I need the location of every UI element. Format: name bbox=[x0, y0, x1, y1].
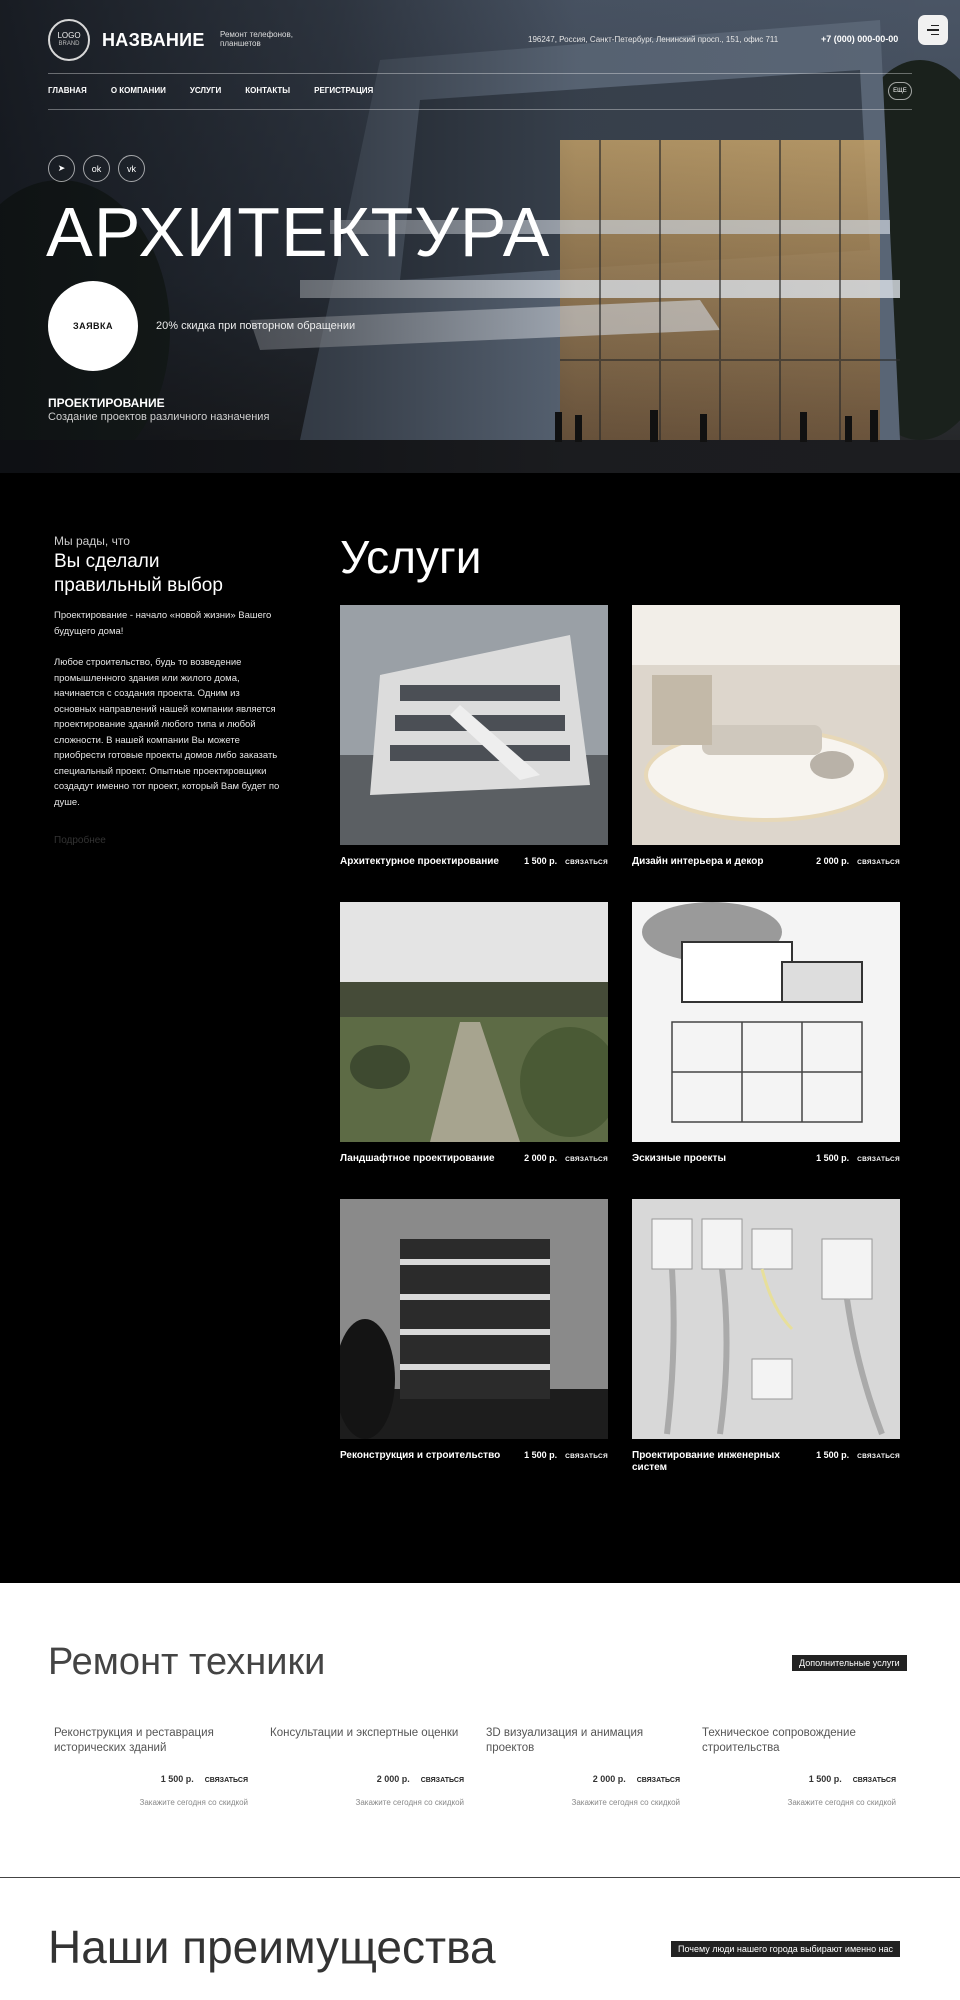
service-card[interactable]: Ландшафтное проектирование 2 000 р. СВЯЗ… bbox=[340, 902, 608, 1165]
contact-button[interactable]: СВЯЗАТЬСЯ bbox=[637, 1777, 680, 1784]
hero-subtitle-desc: Создание проектов различного назначения bbox=[48, 411, 270, 423]
repair-item-price: 2 000 р. bbox=[376, 1774, 410, 1784]
contact-button[interactable]: СВЯЗАТЬСЯ bbox=[565, 1453, 608, 1460]
contact-button[interactable]: СВЯЗАТЬСЯ bbox=[853, 1777, 896, 1784]
header-divider bbox=[48, 73, 912, 74]
contact-button[interactable]: СВЯЗАТЬСЯ bbox=[205, 1777, 248, 1784]
service-card[interactable]: Проектирование инженерных систем 1 500 р… bbox=[632, 1199, 900, 1474]
nav-more-button[interactable]: ЕЩЕ bbox=[888, 82, 912, 100]
service-name: Дизайн интерьера и декор bbox=[632, 856, 764, 867]
repair-item: Техническое сопровождение строительства … bbox=[702, 1726, 900, 1807]
service-name: Проектирование инженерных систем bbox=[632, 1450, 780, 1473]
contact-button[interactable]: СВЯЗАТЬСЯ bbox=[857, 1156, 900, 1163]
repair-item-title: Техническое сопровождение строительства bbox=[702, 1727, 856, 1754]
service-card[interactable]: Дизайн интерьера и декор 2 000 р. СВЯЗАТ… bbox=[632, 605, 900, 868]
repair-item: Консультации и экспертные оценки 2 000 р… bbox=[270, 1726, 468, 1807]
service-price: 2 000 р. bbox=[816, 856, 850, 866]
hero-title: АРХИТЕКТУРА bbox=[46, 193, 551, 271]
hero-section: LOGO BRAND НАЗВАНИЕ Ремонт телефонов, пл… bbox=[0, 0, 960, 473]
discount-text: 20% скидка при повторном обращении bbox=[156, 320, 356, 332]
intro-heading: Вы сделали правильный выбор bbox=[54, 551, 223, 596]
service-price: 1 500 р. bbox=[524, 856, 558, 866]
service-image-engineering bbox=[632, 1199, 900, 1439]
repair-title: Ремонт техники bbox=[48, 1641, 326, 1683]
advantages-title: Наши преимущества bbox=[48, 1921, 496, 1973]
advantages-badge: Почему люди нашего города выбирают именн… bbox=[671, 1941, 901, 1957]
contact-button[interactable]: СВЯЗАТЬСЯ bbox=[565, 859, 608, 866]
vk-icon[interactable]: vk bbox=[118, 155, 145, 182]
address: 196247, Россия, Санкт-Петербург, Ленинск… bbox=[528, 35, 779, 44]
brand-name[interactable]: НАЗВАНИЕ bbox=[102, 30, 205, 51]
service-price: 1 500 р. bbox=[524, 1450, 558, 1460]
social-links: ➤ ok vk bbox=[48, 155, 145, 182]
service-image-sketch bbox=[632, 902, 900, 1142]
phone-link[interactable]: +7 (000) 000-00-00 bbox=[821, 34, 898, 44]
repair-item-price: 1 500 р. bbox=[160, 1774, 194, 1784]
service-price: 1 500 р. bbox=[816, 1153, 850, 1163]
tagline: Ремонт телефонов, планшетов bbox=[220, 30, 293, 48]
service-name: Ландшафтное проектирование bbox=[340, 1153, 495, 1164]
services-section: Мы рады, что Вы сделали правильный выбор… bbox=[0, 473, 960, 1583]
repair-item: 3D визуализация и анимация проектов 2 00… bbox=[486, 1726, 684, 1807]
contact-button[interactable]: СВЯЗАТЬСЯ bbox=[857, 1453, 900, 1460]
repair-item-note: Закажите сегодня со скидкой bbox=[355, 1798, 464, 1807]
repair-item-price: 1 500 р. bbox=[808, 1774, 842, 1784]
service-price: 2 000 р. bbox=[524, 1153, 558, 1163]
contact-button[interactable]: СВЯЗАТЬСЯ bbox=[857, 859, 900, 866]
nav-item-home[interactable]: ГЛАВНАЯ bbox=[48, 86, 87, 95]
service-image-interior bbox=[632, 605, 900, 845]
request-button[interactable]: ЗАЯВКА bbox=[48, 281, 138, 371]
odnoklassniki-icon[interactable]: ok bbox=[83, 155, 110, 182]
services-title: Услуги bbox=[340, 531, 482, 583]
service-card[interactable]: Эскизные проекты 1 500 р. СВЯЗАТЬСЯ bbox=[632, 902, 900, 1165]
intro-paragraph-2: Любое строительство, будь то возведение … bbox=[54, 657, 280, 808]
intro-small: Мы рады, что bbox=[54, 534, 130, 548]
logo-sub: BRAND bbox=[58, 41, 80, 47]
service-name: Реконструкция и строительство bbox=[340, 1450, 501, 1461]
nav-item-services[interactable]: УСЛУГИ bbox=[190, 86, 221, 95]
repair-item-note: Закажите сегодня со скидкой bbox=[571, 1798, 680, 1807]
repair-item-title: Реконструкция и реставрация исторических… bbox=[54, 1727, 214, 1754]
nav-item-about[interactable]: О КОМПАНИИ bbox=[111, 86, 166, 95]
service-name: Эскизные проекты bbox=[632, 1153, 726, 1164]
intro-more-link[interactable]: Подробнее bbox=[54, 835, 106, 846]
service-card[interactable]: Архитектурное проектирование 1 500 р. СВ… bbox=[340, 605, 608, 868]
logo-text: LOGO bbox=[57, 31, 81, 40]
extra-services-badge: Дополнительные услуги bbox=[792, 1655, 907, 1671]
menu-icon[interactable] bbox=[918, 15, 948, 45]
service-image-architecture bbox=[340, 605, 608, 845]
repair-item-price: 2 000 р. bbox=[592, 1774, 626, 1784]
contact-button[interactable]: СВЯЗАТЬСЯ bbox=[421, 1777, 464, 1784]
service-card[interactable]: Реконструкция и строительство 1 500 р. С… bbox=[340, 1199, 608, 1462]
repair-section: Ремонт техники Дополнительные услуги Рек… bbox=[0, 1583, 960, 1878]
repair-item-title: 3D визуализация и анимация проектов bbox=[486, 1727, 644, 1754]
advantages-section: Наши преимущества Почему люди нашего гор… bbox=[0, 1878, 960, 2000]
telegram-icon[interactable]: ➤ bbox=[48, 155, 75, 182]
repair-item-note: Закажите сегодня со скидкой bbox=[787, 1798, 896, 1807]
service-image-reconstruction bbox=[340, 1199, 608, 1439]
nav-item-registration[interactable]: РЕГИСТРАЦИЯ bbox=[314, 86, 373, 95]
logo[interactable]: LOGO BRAND bbox=[48, 19, 90, 61]
contact-button[interactable]: СВЯЗАТЬСЯ bbox=[565, 1156, 608, 1163]
hero-subtitle: ПРОЕКТИРОВАНИЕ bbox=[48, 396, 165, 410]
nav-item-contacts[interactable]: КОНТАКТЫ bbox=[245, 86, 290, 95]
repair-item-title: Консультации и экспертные оценки bbox=[270, 1727, 459, 1739]
service-name: Архитектурное проектирование bbox=[340, 856, 499, 867]
repair-item-note: Закажите сегодня со скидкой bbox=[139, 1798, 248, 1807]
nav-divider bbox=[48, 109, 912, 110]
intro-paragraph-1: Проектирование - начало «новой жизни» Ва… bbox=[54, 610, 272, 637]
service-image-landscape bbox=[340, 902, 608, 1142]
repair-item: Реконструкция и реставрация исторических… bbox=[54, 1726, 252, 1807]
main-nav: ГЛАВНАЯ О КОМПАНИИ УСЛУГИ КОНТАКТЫ РЕГИС… bbox=[48, 86, 373, 95]
service-price: 1 500 р. bbox=[816, 1450, 850, 1460]
